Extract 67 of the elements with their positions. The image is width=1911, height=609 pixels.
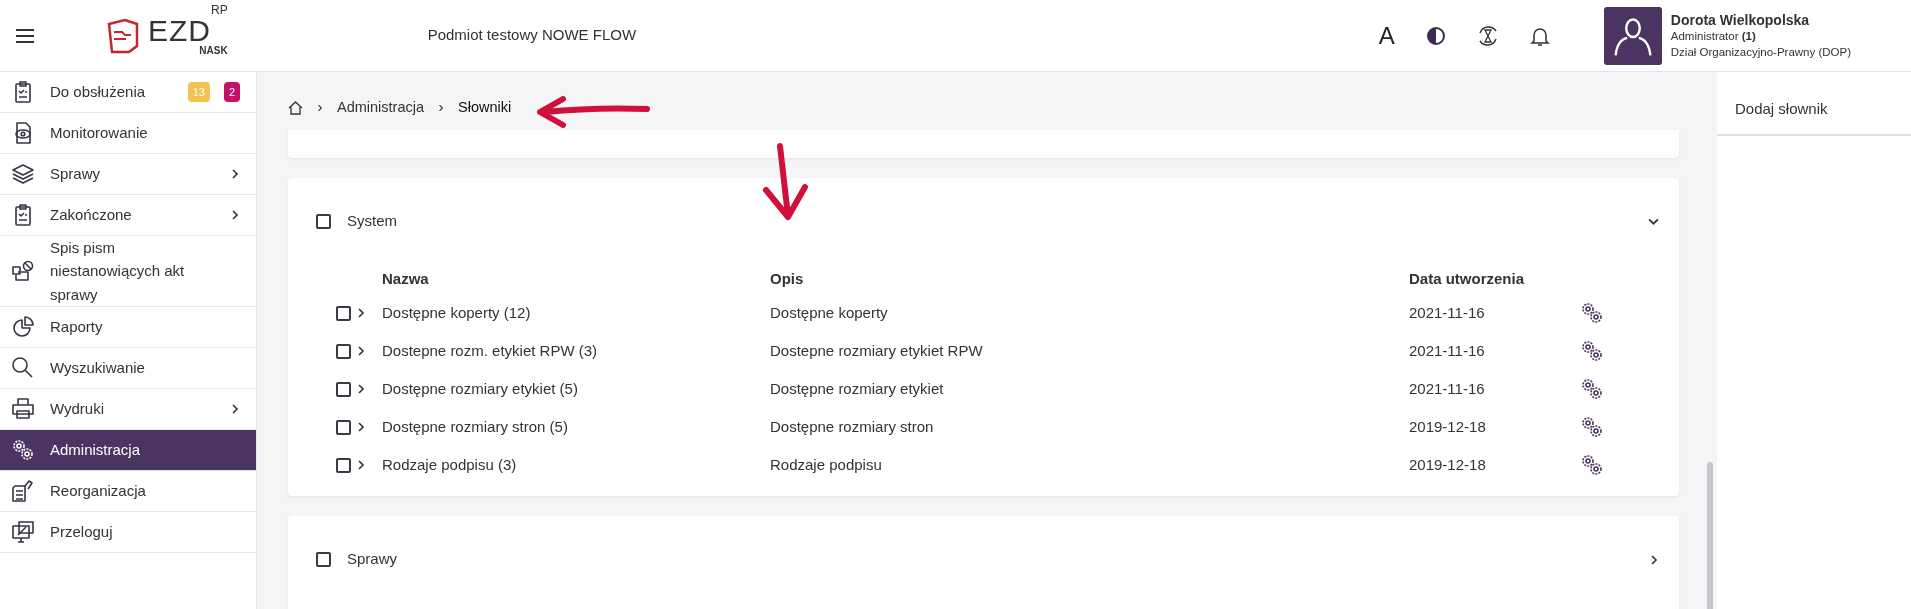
gears-icon[interactable] bbox=[1579, 414, 1605, 440]
column-header: Opis bbox=[770, 268, 805, 289]
group-title: Sprawy bbox=[347, 549, 398, 570]
table-cell-text: 2021-11-16 bbox=[1409, 340, 1486, 361]
table-cell-text: Dostępne rozmiary stron bbox=[770, 416, 935, 437]
count-badge: 13 bbox=[187, 81, 210, 103]
monitor-arrows-icon bbox=[10, 518, 36, 545]
menu-icon[interactable] bbox=[16, 28, 34, 43]
gears-icon[interactable] bbox=[1579, 338, 1605, 364]
checkbox[interactable] bbox=[336, 343, 351, 359]
gears-icon[interactable] bbox=[1579, 300, 1605, 326]
user-name: Dorota Wielkopolska bbox=[1670, 10, 1811, 30]
table-cell-text: Rodzaje podpisu bbox=[770, 454, 883, 475]
avatar[interactable] bbox=[1603, 5, 1662, 66]
table-cell-text: Dostępne koperty (12) bbox=[382, 302, 532, 323]
checkbox[interactable] bbox=[336, 381, 351, 397]
table-cell-text: Dostepne rozmiary etykiet RPW bbox=[770, 340, 984, 361]
sidebar-item[interactable]: Spis pism niestanowiących akt sprawy bbox=[0, 236, 256, 307]
sidebar-item[interactable]: Administracja bbox=[0, 429, 256, 471]
checkbox[interactable] bbox=[336, 305, 351, 321]
checkbox[interactable] bbox=[336, 457, 351, 473]
logo-subtitle: NASK bbox=[198, 45, 228, 56]
sidebar-item[interactable]: Wydruki bbox=[0, 388, 256, 430]
checkbox[interactable] bbox=[336, 419, 351, 435]
table-cell-text: 2021-11-16 bbox=[1409, 378, 1486, 399]
scrollbar[interactable] bbox=[1707, 462, 1713, 609]
column-header: Nazwa bbox=[382, 268, 430, 289]
pie-chart-icon bbox=[10, 313, 36, 340]
table-cell-text: Dostępne rozmiary stron (5) bbox=[382, 416, 569, 437]
sidebar-item[interactable]: Przeloguj bbox=[0, 511, 256, 553]
table-cell-text: 2019-12-18 bbox=[1409, 454, 1487, 475]
table-cell-text: Rodzaje podpisu (3) bbox=[382, 454, 518, 475]
logo-icon bbox=[106, 17, 140, 54]
logo-text: EZD bbox=[148, 13, 211, 47]
layers-icon bbox=[10, 161, 36, 187]
column-header: Data utworzenia bbox=[1409, 268, 1526, 289]
sidebar-item[interactable]: Sprawy bbox=[0, 154, 256, 195]
table-cell-text: Dostępne rozmiary etykiet bbox=[770, 378, 945, 399]
logo-superscript: RP bbox=[211, 2, 228, 17]
breadcrumb-link[interactable]: Administracja bbox=[337, 97, 425, 119]
sidebar-item[interactable]: Wyszukiwanie bbox=[0, 347, 256, 389]
table-cell-text: 2019-12-18 bbox=[1409, 416, 1487, 437]
font-size-button[interactable]: A bbox=[1377, 16, 1396, 55]
table-cell-text: 2021-11-16 bbox=[1409, 302, 1486, 323]
gears-icon[interactable] bbox=[1579, 376, 1605, 402]
add-dictionary-link[interactable]: Dodaj słownik bbox=[1717, 92, 1911, 136]
printer-icon bbox=[10, 395, 36, 422]
group-title: System bbox=[347, 210, 397, 231]
chevron-right-icon[interactable] bbox=[1649, 554, 1659, 565]
breadcrumb-link[interactable]: Słowniki bbox=[458, 97, 512, 119]
checkbox[interactable] bbox=[316, 213, 331, 229]
user-role: Administrator (1) bbox=[1670, 29, 1757, 45]
gears-icon[interactable] bbox=[1579, 452, 1605, 478]
sidebar-item[interactable]: Monitorowanie bbox=[0, 113, 256, 154]
home-icon[interactable] bbox=[288, 101, 303, 115]
document-hand-icon bbox=[10, 477, 36, 504]
sidebar-item[interactable]: Raporty bbox=[0, 306, 256, 348]
count-badge: 2 bbox=[223, 81, 240, 103]
subject-name: Podmiot testowy NOWE FLOW bbox=[427, 25, 637, 46]
sidebar-item[interactable]: Reorganizacja bbox=[0, 470, 256, 512]
table-cell-text: Dostępne rozmiary etykiet (5) bbox=[382, 378, 579, 399]
checkbox[interactable] bbox=[316, 552, 331, 567]
table-cell-text: Dostepne rozm. etykiet RPW (3) bbox=[382, 340, 599, 361]
user-department: Dział Organizacyjno-Prawny (DOP) bbox=[1670, 44, 1851, 60]
table-cell-text: Dostępne koperty bbox=[770, 302, 889, 323]
sidebar-item[interactable]: Do obsłużenia 13 2 bbox=[0, 72, 256, 113]
sidebar-item[interactable]: Zakończone bbox=[0, 195, 256, 236]
